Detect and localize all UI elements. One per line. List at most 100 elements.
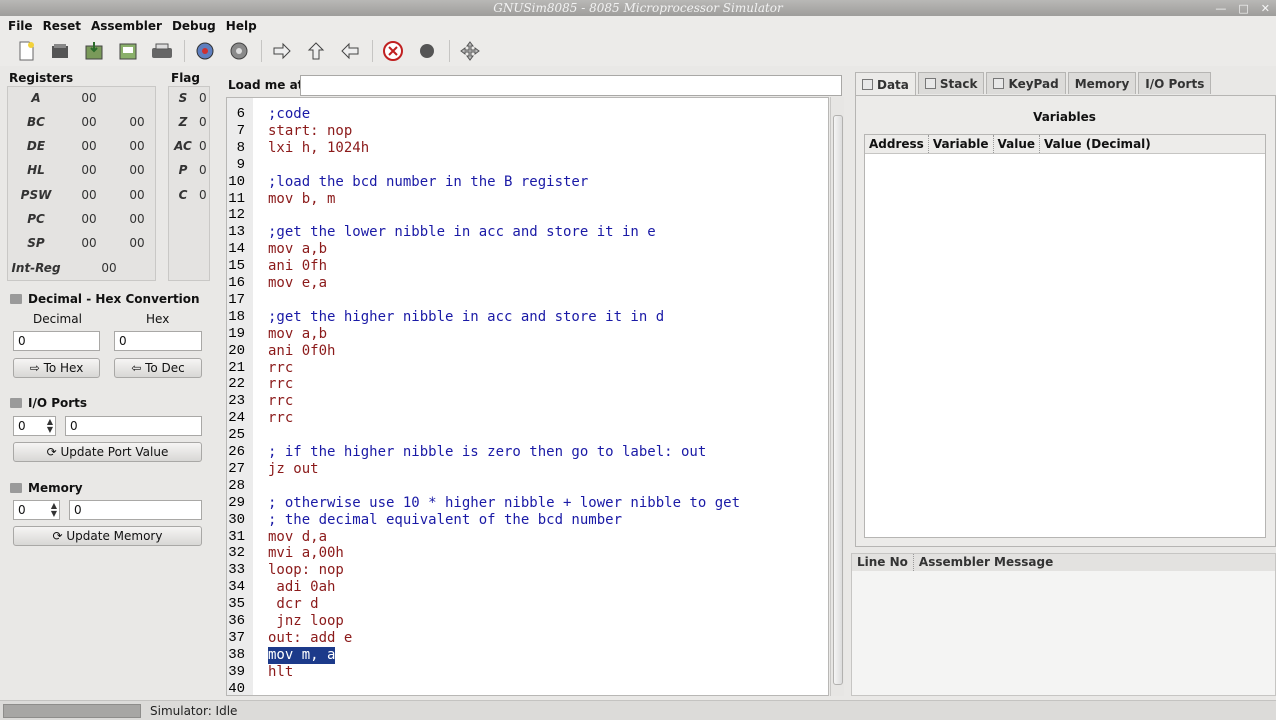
assemble-icon[interactable] bbox=[193, 39, 217, 63]
column-line-no[interactable]: Line No bbox=[852, 554, 914, 571]
code-line[interactable]: 21 rrc bbox=[227, 360, 827, 377]
memory-address-spinner[interactable]: 0 ▲ ▼ bbox=[13, 500, 60, 520]
code-line[interactable]: 33 loop: nop bbox=[227, 562, 827, 579]
code-line[interactable]: 14 mov a,b bbox=[227, 241, 827, 258]
code-line[interactable]: 9 bbox=[227, 157, 827, 174]
code-line[interactable]: 24 rrc bbox=[227, 410, 827, 427]
code-line[interactable]: 19 mov a,b bbox=[227, 326, 827, 343]
code-line[interactable]: 18 ;get the higher nibble in acc and stor… bbox=[227, 309, 827, 326]
editor-scrollbar[interactable] bbox=[830, 97, 844, 696]
code-line[interactable]: 28 bbox=[227, 478, 827, 495]
update-memory-button[interactable]: ⟳ Update Memory bbox=[13, 526, 202, 546]
code-line[interactable]: 39 hlt bbox=[227, 664, 827, 681]
variables-table[interactable]: Address Variable Value Value (Decimal) bbox=[864, 134, 1266, 538]
code-text[interactable]: start: nop bbox=[268, 123, 352, 140]
memory-value-input[interactable]: 0 bbox=[69, 500, 202, 520]
code-line[interactable]: 38 mov m, a bbox=[227, 646, 827, 664]
code-line[interactable]: 10 ;load the bcd number in the B register bbox=[227, 174, 827, 191]
code-text[interactable]: ; otherwise use 10 * higher nibble + low… bbox=[268, 495, 740, 512]
code-text[interactable]: out: add e bbox=[268, 630, 352, 647]
code-editor[interactable]: 6 ;code 7 start: nop 8 lxi h, 1024h 9 10 ;load t… bbox=[226, 97, 829, 696]
code-line[interactable]: 29 ; otherwise use 10 * higher nibble + l… bbox=[227, 495, 827, 512]
code-line[interactable]: 16 mov e,a bbox=[227, 275, 827, 292]
menu-debug[interactable]: Debug bbox=[170, 19, 224, 33]
code-text[interactable]: rrc bbox=[268, 376, 293, 393]
minimize-icon[interactable]: — bbox=[1215, 1, 1226, 17]
column-value-decimal[interactable]: Value (Decimal) bbox=[1040, 135, 1155, 153]
code-line[interactable]: 8 lxi h, 1024h bbox=[227, 140, 827, 157]
code-text[interactable]: mov m, a bbox=[268, 646, 336, 664]
column-value[interactable]: Value bbox=[994, 135, 1041, 153]
hex-input[interactable]: 0 bbox=[114, 331, 202, 351]
code-text[interactable]: mvi a,00h bbox=[268, 545, 344, 562]
code-text[interactable]: mov b, m bbox=[268, 191, 335, 208]
code-line[interactable]: 13 ;get the lower nibble in acc and store… bbox=[227, 224, 827, 241]
code-line[interactable]: 6 ;code bbox=[227, 106, 827, 123]
stop-icon[interactable] bbox=[381, 39, 405, 63]
column-assembler-message[interactable]: Assembler Message bbox=[914, 554, 1058, 571]
code-text[interactable]: ;get the lower nibble in acc and store i… bbox=[268, 224, 656, 241]
code-text[interactable]: jz out bbox=[268, 461, 319, 478]
code-line[interactable]: 35 dcr d bbox=[227, 596, 827, 613]
scrollbar-thumb[interactable] bbox=[833, 115, 843, 685]
code-line[interactable]: 26 ; if the higher nibble is zero then go… bbox=[227, 444, 827, 461]
code-text[interactable]: ;get the higher nibble in acc and store … bbox=[268, 309, 664, 326]
menu-reset[interactable]: Reset bbox=[41, 19, 89, 33]
code-line[interactable]: 7 start: nop bbox=[227, 123, 827, 140]
menu-file[interactable]: File bbox=[6, 19, 41, 33]
code-text[interactable]: ;code bbox=[268, 106, 310, 123]
save-as-icon[interactable] bbox=[116, 39, 140, 63]
code-line[interactable]: 23 rrc bbox=[227, 393, 827, 410]
code-line[interactable]: 36 jnz loop bbox=[227, 613, 827, 630]
code-text[interactable]: adi 0ah bbox=[268, 579, 335, 596]
code-line[interactable]: 25 bbox=[227, 427, 827, 444]
update-port-button[interactable]: ⟳ Update Port Value bbox=[13, 442, 202, 462]
tab-keypad[interactable]: KeyPad bbox=[986, 72, 1066, 94]
code-text[interactable]: ; the decimal equivalent of the bcd numb… bbox=[268, 512, 622, 529]
code-line[interactable]: 32 mvi a,00h bbox=[227, 545, 827, 562]
breakpoint-icon[interactable] bbox=[415, 39, 439, 63]
code-text[interactable]: mov a,b bbox=[268, 241, 327, 258]
step-out-icon[interactable] bbox=[338, 39, 362, 63]
code-text[interactable]: lxi h, 1024h bbox=[268, 140, 369, 157]
code-line[interactable]: 22 rrc bbox=[227, 376, 827, 393]
tools-icon[interactable] bbox=[458, 39, 482, 63]
code-text[interactable]: dcr d bbox=[268, 596, 318, 613]
code-text[interactable]: ani 0fh bbox=[268, 258, 327, 275]
code-text[interactable]: ;load the bcd number in the B register bbox=[268, 174, 588, 191]
code-line[interactable]: 30 ; the decimal equivalent of the bcd nu… bbox=[227, 512, 827, 529]
code-line[interactable]: 27 jz out bbox=[227, 461, 827, 478]
code-line[interactable]: 20 ani 0f0h bbox=[227, 343, 827, 360]
tab-io-ports[interactable]: I/O Ports bbox=[1138, 72, 1212, 94]
execute-icon[interactable] bbox=[227, 39, 251, 63]
decimal-input[interactable]: 0 bbox=[13, 331, 100, 351]
menu-help[interactable]: Help bbox=[224, 19, 265, 33]
code-text[interactable]: mov d,a bbox=[268, 529, 327, 546]
code-line[interactable]: 40 bbox=[227, 681, 827, 695]
tab-stack[interactable]: Stack bbox=[917, 72, 985, 94]
code-line[interactable]: 37 out: add e bbox=[227, 630, 827, 647]
code-text[interactable]: rrc bbox=[268, 410, 293, 427]
tab-data[interactable]: Data bbox=[855, 72, 916, 96]
load-address-input[interactable] bbox=[300, 75, 842, 96]
step-in-icon[interactable] bbox=[270, 39, 294, 63]
print-icon[interactable] bbox=[150, 39, 174, 63]
code-text[interactable]: loop: nop bbox=[268, 562, 344, 579]
code-line[interactable]: 34 adi 0ah bbox=[227, 579, 827, 596]
spin-arrows-icon[interactable]: ▲ ▼ bbox=[51, 502, 57, 518]
port-value-input[interactable]: 0 bbox=[65, 416, 202, 436]
messages-list[interactable] bbox=[852, 571, 1275, 695]
code-text[interactable]: mov e,a bbox=[268, 275, 327, 292]
to-hex-button[interactable]: ⇨ To Hex bbox=[13, 358, 100, 378]
code-line[interactable]: 31 mov d,a bbox=[227, 529, 827, 546]
code-line[interactable]: 11 mov b, m bbox=[227, 191, 827, 208]
to-dec-button[interactable]: ⇦ To Dec bbox=[114, 358, 202, 378]
code-line[interactable]: 12 bbox=[227, 207, 827, 224]
maximize-icon[interactable]: □ bbox=[1238, 1, 1248, 17]
column-variable[interactable]: Variable bbox=[929, 135, 994, 153]
step-over-icon[interactable] bbox=[304, 39, 328, 63]
code-line[interactable]: 15 ani 0fh bbox=[227, 258, 827, 275]
code-text[interactable]: ; if the higher nibble is zero then go t… bbox=[268, 444, 706, 461]
code-line[interactable]: 17 bbox=[227, 292, 827, 309]
port-spinner[interactable]: 0 ▲ ▼ bbox=[13, 416, 56, 436]
